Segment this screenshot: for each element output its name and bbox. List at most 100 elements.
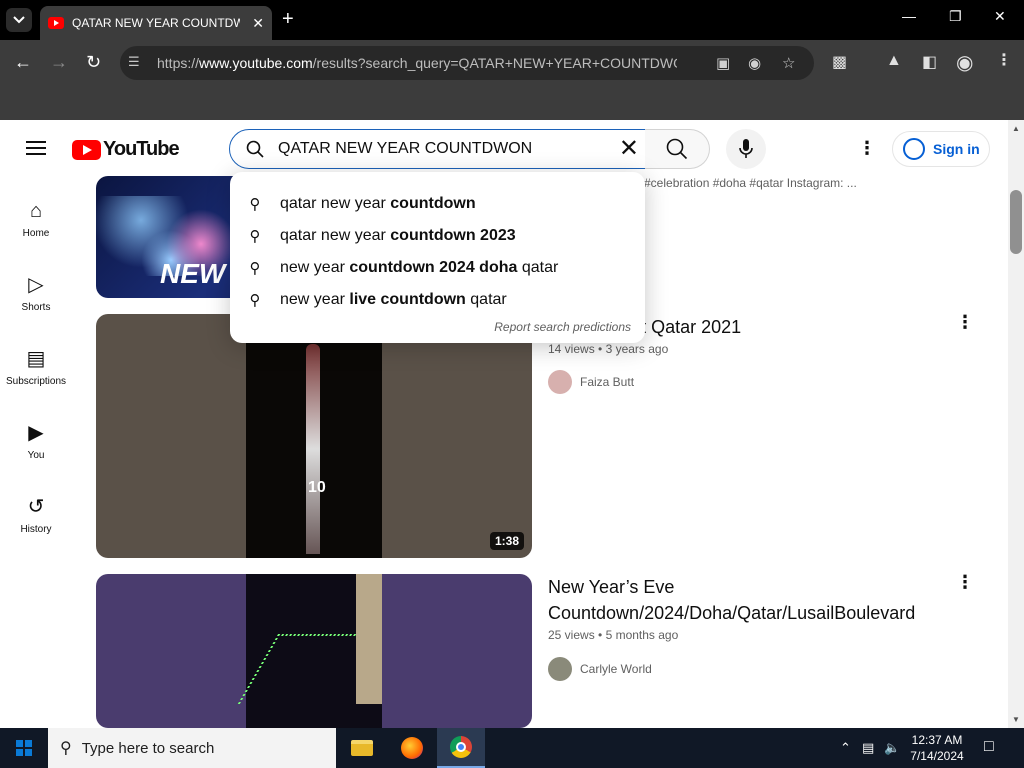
menu-hamburger-icon[interactable] <box>26 141 46 155</box>
youtube-play-icon <box>72 139 101 160</box>
avatar <box>548 370 572 394</box>
site-info-icon[interactable]: ☰ <box>128 54 146 72</box>
search-suggestion-item[interactable]: ⚲ new year live countdown qatar <box>230 284 645 316</box>
search-icon: ⚲ <box>249 196 261 213</box>
search-icon: ⚲ <box>249 260 261 277</box>
video-metadata: 25 views • 5 months ago <box>548 628 679 642</box>
search-icon <box>246 140 264 163</box>
video-title[interactable]: New Year’s Eve Countdown/2024/Doha/Qatar… <box>548 574 915 626</box>
video-thumbnail[interactable]: 10 1:38 <box>96 314 532 558</box>
forward-arrow-icon[interactable]: → <box>50 52 68 72</box>
you-icon: ▶ <box>28 422 44 444</box>
channel-link[interactable]: Faiza Butt <box>548 370 634 394</box>
eye-off-icon[interactable]: ◉ <box>748 54 761 72</box>
channel-name: Carlyle World <box>580 662 652 676</box>
clock-time: 12:37 AM <box>911 733 963 747</box>
back-arrow-icon[interactable]: ← <box>14 52 32 72</box>
taskbar-search-placeholder: Type here to search <box>81 739 215 757</box>
settings-more-icon[interactable]: ⋮ <box>858 138 876 159</box>
voice-search-button[interactable] <box>726 129 766 169</box>
bookmarks-bar <box>0 86 1024 120</box>
new-tab-button[interactable]: + <box>282 8 294 30</box>
volume-muted-icon[interactable]: 🔈 <box>884 740 900 756</box>
search-suggestions-dropdown: ⚲ qatar new year countdown ⚲ qatar new y… <box>230 172 645 343</box>
reload-icon[interactable]: ↻ <box>86 52 101 72</box>
sidebar: ⌂ Home ▷ Shorts ▤ Subscriptions ▶ You ↺ … <box>0 176 72 728</box>
search-icon <box>666 138 688 160</box>
show-hidden-icons-chevron-icon[interactable]: ⌃ <box>840 740 851 756</box>
search-button[interactable] <box>645 129 710 169</box>
tab-search-button[interactable] <box>6 8 32 32</box>
profile-icon[interactable]: ◉ <box>956 50 973 75</box>
side-panel-icon[interactable]: ◧ <box>922 52 937 72</box>
youtube-favicon-icon <box>48 17 64 29</box>
clear-search-icon[interactable]: ✕ <box>619 136 639 162</box>
search-icon: ⚲ <box>249 292 261 309</box>
labs-flask-icon[interactable]: ▲ <box>886 52 902 70</box>
search-icon: ⚲ <box>60 740 72 757</box>
install-app-icon[interactable]: ▣ <box>716 54 730 72</box>
microphone-icon <box>739 139 753 158</box>
browser-toolbar: ← → ↻ ☰ https://www.youtube.com/results?… <box>0 40 1024 86</box>
scroll-down-icon[interactable]: ▼ <box>1012 715 1020 724</box>
restore-icon[interactable]: ❐ <box>949 8 962 25</box>
chevron-down-icon <box>13 16 25 24</box>
file-explorer-icon[interactable] <box>338 728 386 768</box>
taskbar-clock[interactable]: 12:37 AM 7/14/2024 <box>904 732 970 764</box>
report-predictions-link[interactable]: Report search predictions <box>494 320 631 334</box>
video-more-options-icon[interactable]: ⋮ <box>956 572 974 593</box>
sign-in-label: Sign in <box>933 141 980 157</box>
windows-logo-icon <box>16 740 32 756</box>
chrome-menu-icon[interactable]: ⋮ <box>996 50 1012 70</box>
close-window-icon[interactable]: ✕ <box>994 8 1006 25</box>
address-bar[interactable]: ☰ https://www.youtube.com/results?search… <box>120 46 814 80</box>
taskbar-search-box[interactable]: ⚲ Type here to search <box>48 728 336 768</box>
scrollbar-thumb[interactable] <box>1010 190 1022 254</box>
firefox-icon[interactable] <box>388 728 436 768</box>
video-metadata: 14 views • 3 years ago <box>548 342 669 356</box>
history-icon: ↺ <box>27 496 45 518</box>
search-suggestion-item[interactable]: ⚲ qatar new year countdown <box>230 188 645 220</box>
address-url[interactable]: https://www.youtube.com/results?search_q… <box>157 55 677 71</box>
video-description-snippet: #celebration #doha #qatar Instagram: ... <box>644 176 857 190</box>
extensions-icon[interactable]: ▩ <box>832 52 847 72</box>
bookmark-star-icon[interactable]: ☆ <box>782 54 795 72</box>
sidebar-item-subscriptions[interactable]: ▤ Subscriptions <box>0 346 72 387</box>
search-icon: ⚲ <box>249 228 261 245</box>
start-button[interactable] <box>0 728 48 768</box>
search-input[interactable] <box>278 138 598 160</box>
chrome-taskbar-icon[interactable] <box>437 728 485 768</box>
channel-name: Faiza Butt <box>580 375 635 389</box>
thumbnail-overlay-text: NEW <box>160 258 226 289</box>
sidebar-item-shorts[interactable]: ▷ Shorts <box>0 272 72 313</box>
youtube-logo-text: YouTube <box>103 138 180 160</box>
browser-tab-strip: QATAR NEW YEAR COUNTDWON - YouTube ✕ + —… <box>0 0 1024 40</box>
youtube-logo[interactable]: YouTube <box>72 138 180 161</box>
sidebar-item-you[interactable]: ▶ You <box>0 420 72 461</box>
search-suggestion-item[interactable]: ⚲ new year countdown 2024 doha qatar <box>230 252 645 284</box>
sidebar-item-history[interactable]: ↺ History <box>0 494 72 535</box>
windows-taskbar: ⚲ Type here to search ⌃ ▤ 🔈 12:37 AM 7/1… <box>0 728 1024 768</box>
scroll-up-icon[interactable]: ▲ <box>1012 124 1020 133</box>
thumbnail-overlay-text: 10 <box>308 479 326 496</box>
sidebar-item-label: History <box>20 524 52 535</box>
channel-link[interactable]: Carlyle World <box>548 657 652 681</box>
sign-in-button[interactable]: Sign in <box>892 131 990 167</box>
tab-close-icon[interactable]: ✕ <box>252 15 264 32</box>
home-icon: ⌂ <box>29 200 43 222</box>
subscriptions-icon: ▤ <box>26 348 46 370</box>
page-scrollbar[interactable]: ▲ ▼ <box>1008 120 1024 728</box>
video-more-options-icon[interactable]: ⋮ <box>956 312 974 333</box>
video-thumbnail[interactable] <box>96 574 532 728</box>
search-suggestion-item[interactable]: ⚲ qatar new year countdown 2023 <box>230 220 645 252</box>
network-icon[interactable]: ▤ <box>862 740 874 756</box>
video-duration-badge: 1:38 <box>489 532 524 550</box>
search-box[interactable]: ✕ <box>229 129 646 169</box>
sidebar-item-label: Subscriptions <box>5 376 67 387</box>
notifications-icon[interactable]: □ <box>984 738 994 756</box>
browser-tab-active[interactable]: QATAR NEW YEAR COUNTDWON - YouTube ✕ <box>40 6 272 40</box>
shorts-icon: ▷ <box>28 274 44 296</box>
sidebar-item-home[interactable]: ⌂ Home <box>0 198 72 239</box>
minimize-icon[interactable]: — <box>902 8 916 24</box>
account-icon <box>903 138 925 160</box>
